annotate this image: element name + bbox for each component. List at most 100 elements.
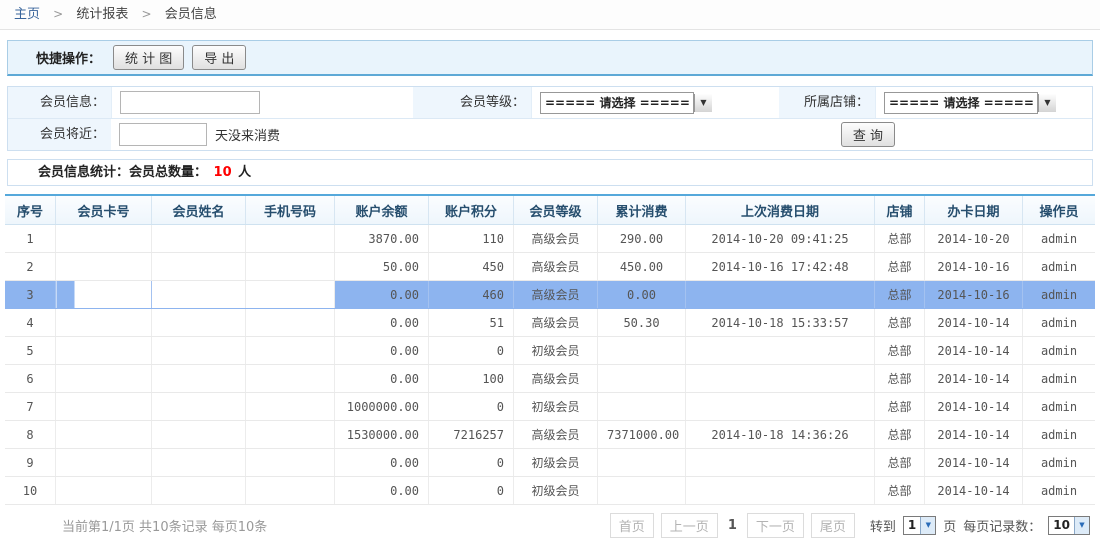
- cell-phone: [246, 309, 335, 337]
- cell-total-spend: [598, 393, 686, 421]
- next-page-button[interactable]: 下一页: [747, 513, 804, 538]
- cell-balance: 0.00: [335, 477, 429, 505]
- export-button[interactable]: 导 出: [192, 45, 246, 70]
- stats-unit: 人: [238, 165, 251, 180]
- cell-card-no: [56, 281, 152, 309]
- cell-balance: 0.00: [335, 365, 429, 393]
- days-input[interactable]: [119, 123, 207, 146]
- page-size-value: 10: [1049, 518, 1074, 532]
- cell-store: 总部: [875, 253, 925, 281]
- chevron-down-icon: ▼: [1074, 517, 1089, 534]
- cell-store: 总部: [875, 477, 925, 505]
- cell-card-date: 2014-10-14: [925, 393, 1023, 421]
- cell-phone: [246, 477, 335, 505]
- stat-chart-button[interactable]: 统 计 图: [113, 45, 184, 70]
- table-row[interactable]: 30.00460高级会员0.00总部2014-10-16admin: [5, 281, 1095, 309]
- prev-page-button[interactable]: 上一页: [661, 513, 718, 538]
- cell-points: 110: [429, 225, 514, 253]
- cell-name: [152, 225, 246, 253]
- cell-operator: admin: [1023, 421, 1096, 449]
- chevron-down-icon: ▼: [920, 517, 935, 534]
- search-button[interactable]: 查 询: [841, 122, 895, 147]
- member-total-count: 10: [214, 165, 232, 180]
- member-level-selected-value: ===== 请选择 =====: [541, 94, 694, 111]
- cell-balance: 0.00: [335, 281, 429, 309]
- last-page-button[interactable]: 尾页: [811, 513, 855, 538]
- cell-last-spend-date: 2014-10-18 14:36:26: [686, 421, 875, 449]
- table-row[interactable]: 60.00100高级会员总部2014-10-14admin: [5, 365, 1095, 393]
- cell-operator: admin: [1023, 449, 1096, 477]
- breadcrumb-member-info: 会员信息: [165, 7, 217, 22]
- table-row[interactable]: 71000000.000初级会员总部2014-10-14admin: [5, 393, 1095, 421]
- cell-store: 总部: [875, 337, 925, 365]
- cell-balance: 0.00: [335, 449, 429, 477]
- breadcrumb-reports[interactable]: 统计报表: [76, 7, 128, 22]
- cell-operator: admin: [1023, 281, 1096, 309]
- cell-operator: admin: [1023, 225, 1096, 253]
- filter-row-2: 会员将近： 天没来消费 查 询: [8, 118, 1092, 150]
- cell-balance: 1530000.00: [335, 421, 429, 449]
- col-header-phone: 手机号码: [246, 195, 335, 225]
- cell-name: [152, 421, 246, 449]
- chevron-down-icon: ▼: [1038, 94, 1056, 112]
- col-header-balance: 账户余额: [335, 195, 429, 225]
- cell-store: 总部: [875, 281, 925, 309]
- cell-phone: [246, 253, 335, 281]
- cell-balance: 1000000.00: [335, 393, 429, 421]
- table-row[interactable]: 90.000初级会员总部2014-10-14admin: [5, 449, 1095, 477]
- cell-name: [152, 281, 246, 309]
- table-row[interactable]: 250.00450高级会员450.002014-10-16 17:42:48总部…: [5, 253, 1095, 281]
- cell-store: 总部: [875, 225, 925, 253]
- first-page-button[interactable]: 首页: [610, 513, 654, 538]
- cell-points: 51: [429, 309, 514, 337]
- table-row[interactable]: 40.0051高级会员50.302014-10-18 15:33:57总部201…: [5, 309, 1095, 337]
- cell-card-date: 2014-10-16: [925, 281, 1023, 309]
- page-size-select[interactable]: 10 ▼: [1048, 516, 1090, 535]
- cell-store: 总部: [875, 365, 925, 393]
- filter-row-1: 会员信息： 会员等级： ===== 请选择 ===== ▼ 所属店铺： ====…: [8, 87, 1092, 118]
- cell-total-spend: [598, 477, 686, 505]
- cell-store: 总部: [875, 393, 925, 421]
- cell-index: 8: [5, 421, 56, 449]
- cell-balance: 3870.00: [335, 225, 429, 253]
- cell-store: 总部: [875, 449, 925, 477]
- cell-card-no: [56, 365, 152, 393]
- cell-card-no: [56, 253, 152, 281]
- cell-level: 初级会员: [514, 477, 598, 505]
- col-header-total-spend: 累计消费: [598, 195, 686, 225]
- breadcrumb-home[interactable]: 主页: [14, 7, 40, 22]
- cell-operator: admin: [1023, 337, 1096, 365]
- pagination-controls: 首页 上一页 1 下一页 尾页 转到 1 ▼ 页 每页记录数： 10 ▼: [610, 513, 1090, 538]
- table-row[interactable]: 81530000.007216257高级会员7371000.002014-10-…: [5, 421, 1095, 449]
- cell-name: [152, 477, 246, 505]
- table-row[interactable]: 100.000初级会员总部2014-10-14admin: [5, 477, 1095, 505]
- cell-level: 高级会员: [514, 365, 598, 393]
- days-suffix: 天没来消费: [215, 125, 280, 144]
- member-level-label: 会员等级：: [413, 87, 531, 118]
- cell-card-date: 2014-10-14: [925, 337, 1023, 365]
- goto-suffix: 页: [943, 516, 956, 535]
- cell-level: 高级会员: [514, 253, 598, 281]
- cell-index: 10: [5, 477, 56, 505]
- cell-phone: [246, 449, 335, 477]
- table-header-row: 序号会员卡号会员姓名手机号码账户余额账户积分会员等级累计消费上次消费日期店铺办卡…: [5, 195, 1095, 225]
- cell-name: [152, 449, 246, 477]
- member-info-label: 会员信息：: [8, 87, 111, 118]
- cell-last-spend-date: [686, 365, 875, 393]
- cell-total-spend: [598, 337, 686, 365]
- filter-panel: 会员信息： 会员等级： ===== 请选择 ===== ▼ 所属店铺： ====…: [7, 86, 1093, 151]
- cell-index: 5: [5, 337, 56, 365]
- cell-name: [152, 337, 246, 365]
- member-level-select[interactable]: ===== 请选择 ===== ▼: [540, 92, 694, 114]
- table-row[interactable]: 13870.00110高级会员290.002014-10-20 09:41:25…: [5, 225, 1095, 253]
- cell-operator: admin: [1023, 309, 1096, 337]
- cell-card-no: [56, 477, 152, 505]
- table-row[interactable]: 50.000初级会员总部2014-10-14admin: [5, 337, 1095, 365]
- cell-operator: admin: [1023, 393, 1096, 421]
- col-header-index: 序号: [5, 195, 56, 225]
- member-info-input[interactable]: [120, 91, 260, 114]
- store-select[interactable]: ===== 请选择 ===== ▼: [884, 92, 1038, 114]
- goto-page-select[interactable]: 1 ▼: [903, 516, 936, 535]
- cell-index: 4: [5, 309, 56, 337]
- cell-index: 2: [5, 253, 56, 281]
